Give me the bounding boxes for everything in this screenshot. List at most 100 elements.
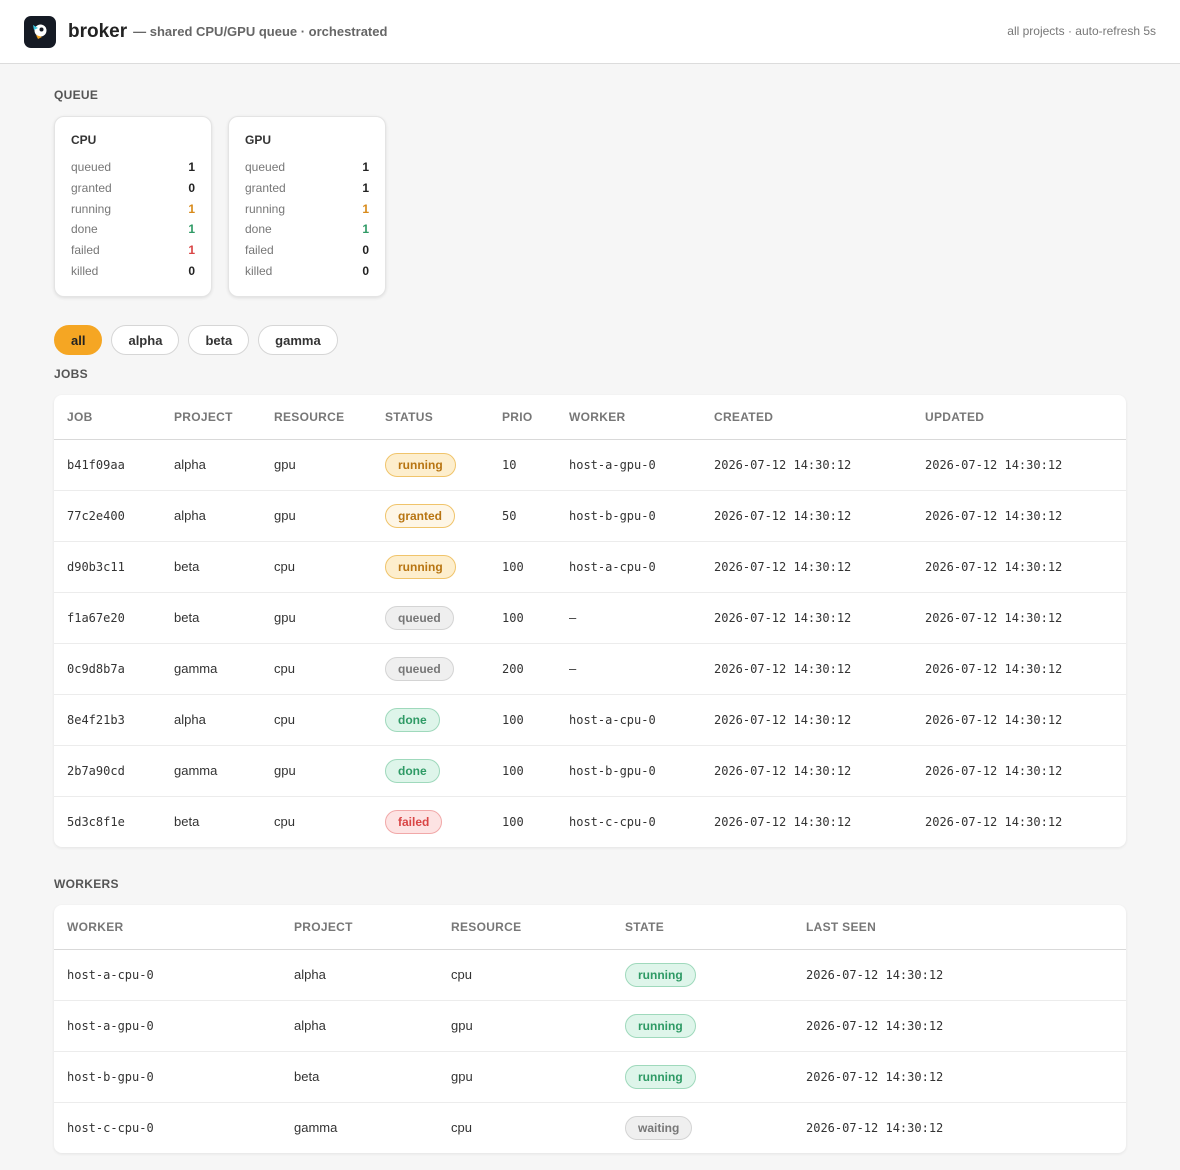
job-worker-cell: — bbox=[556, 592, 701, 644]
stat-row-done: done 1 bbox=[245, 219, 369, 240]
job-status-cell: queued bbox=[372, 592, 489, 644]
job-prio-cell: 100 bbox=[489, 541, 556, 593]
worker-resource-cell: cpu bbox=[438, 949, 612, 1001]
job-row[interactable]: 0c9d8b7a gamma cpu queued 200—2026-07-12 14:… bbox=[54, 643, 1126, 695]
worker-resource-cell: gpu bbox=[438, 1051, 612, 1103]
job-job-cell: d90b3c11 bbox=[54, 541, 161, 593]
refresh-status: all projects · auto-refresh 5s bbox=[1007, 24, 1156, 38]
job-job-cell: b41f09aa bbox=[54, 439, 161, 491]
job-worker-cell: host-a-cpu-0 bbox=[556, 694, 701, 746]
project-filters: all alpha beta gamma bbox=[54, 325, 1126, 355]
stat-label: killed bbox=[71, 263, 99, 278]
workers-col-worker: WORKER bbox=[54, 905, 281, 950]
worker-resource-cell: gpu bbox=[438, 1000, 612, 1052]
stat-label: failed bbox=[245, 243, 274, 258]
jobs-section-title: JOBS bbox=[54, 367, 88, 381]
job-updated-cell: 2026-07-12 14:30:12 bbox=[912, 592, 1126, 644]
stat-value: 0 bbox=[362, 243, 369, 258]
stat-row-queued: queued 1 bbox=[71, 157, 195, 178]
job-created-cell: 2026-07-12 14:30:12 bbox=[701, 643, 912, 695]
job-row[interactable]: f1a67e20 beta gpu queued 100—2026-07-12 14:3… bbox=[54, 592, 1126, 644]
stat-label: done bbox=[245, 222, 272, 237]
job-project-cell: alpha bbox=[161, 439, 261, 491]
stat-row-running: running 1 bbox=[245, 199, 369, 220]
worker-state-badge: running bbox=[625, 962, 696, 987]
job-resource-cell: gpu bbox=[261, 592, 372, 644]
job-row[interactable]: 5d3c8f1e beta cpu failed 100 host-c-cpu-0 2026… bbox=[54, 796, 1126, 847]
worker-state-cell: running bbox=[612, 1051, 793, 1103]
workers-table: WORKER PROJECT RESOURCE STATE LAST SEEN host… bbox=[54, 905, 1126, 1153]
job-updated-cell: 2026-07-12 14:30:12 bbox=[912, 694, 1126, 746]
worker-row[interactable]: host-c-cpu-0 gamma cpu waiting 2026-07-12 14… bbox=[54, 1102, 1126, 1153]
stat-label: running bbox=[71, 201, 112, 216]
job-resource-cell: gpu bbox=[261, 490, 372, 542]
worker-row[interactable]: host-a-gpu-0 alpha gpu running 2026-07-12 14… bbox=[54, 1000, 1126, 1052]
job-row[interactable]: 77c2e400 alpha gpu granted 50 host-b-gpu-0 202… bbox=[54, 490, 1126, 542]
job-status-cell: granted bbox=[372, 490, 489, 542]
stat-value: 0 bbox=[188, 180, 195, 195]
filter-beta[interactable]: beta bbox=[188, 325, 250, 355]
job-prio-cell: 100 bbox=[489, 694, 556, 746]
job-worker-cell: host-a-cpu-0 bbox=[556, 541, 701, 593]
job-project-cell: beta bbox=[161, 592, 261, 644]
job-prio-cell: 100 bbox=[489, 592, 556, 644]
queue-section-title: QUEUE bbox=[54, 88, 99, 102]
worker-last-seen-cell: 2026-07-12 14:30:12 bbox=[793, 1051, 1126, 1103]
stat-row-killed: killed 0 bbox=[245, 261, 369, 282]
jobs-col-status: STATUS bbox=[372, 395, 489, 440]
jobs-header-row: JOB PROJECT RESOURCE STATUS PRIO WORKER CREATE… bbox=[54, 395, 1126, 440]
workers-table-container: WORKER PROJECT RESOURCE STATE LAST SEEN host… bbox=[54, 905, 1126, 1153]
job-prio-cell: 50 bbox=[489, 490, 556, 542]
job-row[interactable]: b41f09aa alpha gpu running 10 host-a-gpu-0 202… bbox=[54, 439, 1126, 491]
job-created-cell: 2026-07-12 14:30:12 bbox=[701, 592, 912, 644]
job-project-cell: gamma bbox=[161, 643, 261, 695]
worker-state-cell: running bbox=[612, 1000, 793, 1052]
worker-last-seen-cell: 2026-07-12 14:30:12 bbox=[793, 949, 1126, 1001]
job-project-cell: alpha bbox=[161, 490, 261, 542]
job-project-cell: beta bbox=[161, 541, 261, 593]
filter-all[interactable]: all bbox=[54, 325, 103, 355]
stat-row-granted: granted 1 bbox=[245, 178, 369, 199]
job-status-cell: done bbox=[372, 745, 489, 797]
stat-row-queued: queued 1 bbox=[245, 157, 369, 178]
workers-col-last-seen: LAST SEEN bbox=[793, 905, 1126, 950]
worker-last-seen-cell: 2026-07-12 14:30:12 bbox=[806, 1120, 944, 1135]
job-row[interactable]: d90b3c11 beta cpu running 100 host-a-cpu-0 202… bbox=[54, 541, 1126, 593]
worker-last-seen-cell: 2026-07-12 14:30:12 bbox=[793, 1000, 1126, 1052]
worker-project-cell: beta bbox=[281, 1051, 438, 1103]
job-created-cell: 2026-07-12 14:30:12 bbox=[701, 745, 912, 797]
stat-label: granted bbox=[245, 180, 286, 195]
worker-project-cell: alpha bbox=[281, 1000, 438, 1052]
jobs-col-worker: WORKER bbox=[556, 395, 701, 440]
filter-alpha[interactable]: alpha bbox=[111, 325, 180, 355]
stat-row-failed: failed 0 bbox=[245, 240, 369, 261]
job-status-cell: failed bbox=[372, 796, 489, 847]
stat-label: queued bbox=[71, 160, 112, 174]
app-logo-icon bbox=[24, 15, 56, 48]
job-created-cell: 2026-07-12 14:30:12 bbox=[701, 490, 912, 542]
job-job-cell: 5d3c8f1e bbox=[67, 814, 125, 829]
worker-row[interactable]: host-a-cpu-0 alpha cpu running 2026-07-12 14… bbox=[54, 949, 1126, 1001]
stat-value: 1 bbox=[362, 222, 369, 237]
job-status-cell: done bbox=[372, 694, 489, 746]
job-created-cell: 2026-07-12 14:30:12 bbox=[701, 439, 912, 491]
job-worker-cell: — bbox=[556, 643, 701, 695]
stat-label: queued bbox=[245, 160, 286, 174]
job-prio-cell: 100 bbox=[502, 814, 524, 829]
worker-state-cell: waiting bbox=[612, 1102, 793, 1153]
stat-label: done bbox=[71, 222, 98, 237]
job-row[interactable]: 8e4f21b3 alpha cpu done 100 host-a-cpu-0 2026-… bbox=[54, 694, 1126, 746]
job-updated-cell: 2026-07-12 14:30:12 bbox=[912, 541, 1126, 593]
job-status-badge: failed bbox=[385, 809, 443, 834]
job-resource-cell: cpu bbox=[261, 643, 372, 695]
job-status-badge: done bbox=[385, 758, 440, 783]
job-worker-cell: host-b-gpu-0 bbox=[556, 490, 701, 542]
job-worker-cell: host-b-gpu-0 bbox=[556, 745, 701, 797]
job-created-cell: 2026-07-12 14:30:12 bbox=[701, 694, 912, 746]
job-row[interactable]: 2b7a90cd gamma gpu done 100 host-b-gpu-0 2026-… bbox=[54, 745, 1126, 797]
filter-gamma[interactable]: gamma bbox=[258, 325, 338, 355]
stat-value: 1 bbox=[188, 160, 195, 174]
job-status-badge: granted bbox=[385, 503, 456, 528]
worker-row[interactable]: host-b-gpu-0 beta gpu running 2026-07-12 14:… bbox=[54, 1051, 1126, 1103]
job-updated-cell: 2026-07-12 14:30:12 bbox=[912, 490, 1126, 542]
